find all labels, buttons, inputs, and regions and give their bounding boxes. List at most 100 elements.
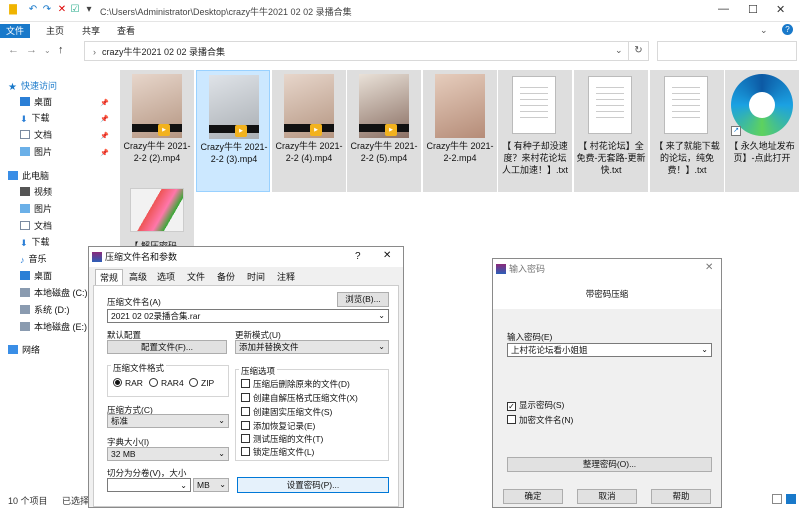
ok-button[interactable]: 确定	[503, 489, 563, 504]
tab-home[interactable]: 主页	[46, 24, 64, 38]
tab-file[interactable]: 文件	[0, 24, 31, 38]
file-item[interactable]: 【 解压密码...	[120, 176, 194, 251]
sidebar-label: 下载	[31, 113, 50, 123]
tab-files[interactable]: 文件	[183, 269, 209, 285]
document-icon	[20, 130, 30, 139]
format-rar4-radio[interactable]: RAR4	[149, 378, 184, 388]
tab-time[interactable]: 时间	[243, 269, 269, 285]
recent-dropdown-icon[interactable]: ⌄	[44, 46, 51, 55]
sidebar-item-downloads[interactable]: ⬇ 下载	[20, 110, 50, 126]
details-view-icon[interactable]	[772, 494, 782, 504]
file-item[interactable]: Crazy牛牛 2021-2-2.mp4	[423, 70, 497, 192]
sidebar-label: 下载	[31, 237, 50, 247]
drive-icon	[20, 322, 30, 331]
set-password-button[interactable]: 设置密码(P)...	[237, 477, 389, 493]
download-icon: ⬇	[20, 114, 28, 124]
format-rar-radio[interactable]: RAR	[113, 378, 143, 388]
search-input[interactable]	[657, 41, 797, 61]
up-icon[interactable]: ↑	[58, 44, 64, 56]
chevron-down-icon: ⌄	[378, 342, 385, 351]
encrypt-names-checkbox[interactable]: 加密文件名(N)	[507, 414, 573, 426]
tab-options[interactable]: 选项	[153, 269, 179, 285]
chevron-right-icon: ›	[93, 47, 96, 57]
password-input[interactable]: 上村花论坛看小姐姐 ⌄	[507, 343, 712, 357]
show-password-checkbox[interactable]: 显示密码(S)	[507, 399, 564, 411]
quick-access-dropdown-icon[interactable]: ▾	[82, 4, 96, 16]
delete-after-checkbox[interactable]: 压缩后删除原来的文件(D)	[241, 378, 350, 390]
pin-icon[interactable]: 📌	[100, 132, 109, 140]
cancel-button[interactable]: 取消	[577, 489, 637, 504]
browse-button[interactable]: 浏览(B)...	[337, 292, 389, 307]
sidebar-item-documents-2[interactable]: 文档	[20, 218, 52, 234]
tab-backup[interactable]: 备份	[213, 269, 239, 285]
file-item[interactable]: ↗ 【 永久地址发布页】-点此打开	[725, 70, 799, 192]
file-item[interactable]: ▶ Crazy牛牛 2021-2-2 (2).mp4	[120, 70, 194, 192]
refresh-icon[interactable]: ↻	[629, 41, 649, 61]
split-size-input[interactable]: ⌄	[107, 478, 191, 492]
redo-icon[interactable]: ↷	[40, 4, 54, 16]
address-bar[interactable]: › crazy牛牛2021 02 02 录播合集	[84, 41, 629, 61]
checkbox-label: 创建固实压缩文件(S)	[253, 407, 333, 417]
format-zip-radio[interactable]: ZIP	[189, 378, 214, 388]
player-badge-icon: ▶	[310, 124, 322, 136]
dialog-close-icon[interactable]: ✕	[705, 262, 713, 273]
sidebar-item-disk-d[interactable]: 系统 (D:)	[20, 302, 70, 318]
pin-icon[interactable]: 📌	[100, 115, 109, 123]
delete-icon[interactable]: ✕	[55, 4, 69, 16]
sidebar-item-quick-access[interactable]: ★ 快速访问	[8, 78, 57, 94]
tab-view[interactable]: 查看	[117, 24, 135, 38]
forward-icon[interactable]: →	[26, 44, 37, 56]
help-icon[interactable]: ?	[782, 24, 793, 35]
file-item-selected[interactable]: ▶ Crazy牛牛 2021-2-2 (3).mp4	[196, 70, 270, 192]
update-mode-select[interactable]: 添加并替换文件 ⌄	[235, 340, 389, 354]
file-label: 【 永久地址发布页】-点此打开	[729, 141, 795, 163]
help-button[interactable]: 帮助	[651, 489, 711, 504]
pin-icon[interactable]: 📌	[100, 99, 109, 107]
organize-passwords-button[interactable]: 整理密码(O)...	[507, 457, 712, 472]
sidebar-item-desktop[interactable]: 桌面	[20, 94, 52, 110]
dialog-help-button[interactable]: ?	[355, 251, 361, 262]
minimize-icon[interactable]: —	[718, 3, 729, 15]
method-select[interactable]: 标准 ⌄	[107, 414, 229, 428]
sidebar-item-disk-e[interactable]: 本地磁盘 (E:)	[20, 319, 87, 335]
password-header: 带密码压缩	[585, 289, 629, 299]
properties-icon[interactable]: ☑	[68, 4, 82, 16]
tab-comment[interactable]: 注释	[273, 269, 299, 285]
tab-share[interactable]: 共享	[82, 24, 100, 38]
lock-archive-checkbox[interactable]: 锁定压缩文件(L)	[241, 446, 314, 458]
pin-icon[interactable]: 📌	[100, 149, 109, 157]
test-files-checkbox[interactable]: 测试压缩的文件(T)	[241, 433, 323, 445]
file-item[interactable]: 【 来了就能下载的论坛，纯免费！】.txt	[650, 70, 724, 192]
sidebar-item-network[interactable]: 网络	[8, 342, 40, 358]
address-dropdown-icon[interactable]: ⌄	[615, 45, 623, 56]
sidebar-item-videos[interactable]: 视频	[20, 184, 52, 200]
dictionary-select[interactable]: 32 MB ⌄	[107, 447, 229, 461]
large-icons-view-icon[interactable]	[786, 494, 796, 504]
undo-icon[interactable]: ↶	[26, 4, 40, 16]
ribbon-expand-icon[interactable]: ⌄	[760, 25, 768, 36]
maximize-icon[interactable]: ☐	[748, 3, 758, 16]
sfx-checkbox[interactable]: 创建自解压格式压缩文件(X)	[241, 392, 358, 404]
sidebar-item-this-pc[interactable]: 此电脑	[8, 168, 49, 184]
tab-general[interactable]: 常规	[95, 269, 124, 285]
solid-checkbox[interactable]: 创建固实压缩文件(S)	[241, 406, 332, 418]
dialog-close-icon[interactable]: ✕	[383, 250, 391, 261]
file-item[interactable]: ▶ Crazy牛牛 2021-2-2 (5).mp4	[347, 70, 421, 192]
sidebar-item-pictures[interactable]: 图片	[20, 144, 52, 160]
tab-advanced[interactable]: 高级	[125, 269, 151, 285]
recovery-record-checkbox[interactable]: 添加恢复记录(E)	[241, 420, 315, 432]
back-icon[interactable]: ←	[8, 44, 19, 56]
profiles-button[interactable]: 配置文件(F)...	[107, 340, 227, 354]
close-icon[interactable]: ✕	[776, 3, 785, 16]
sidebar-item-disk-c[interactable]: 本地磁盘 (C:)	[20, 285, 88, 301]
split-unit-select[interactable]: MB ⌄	[193, 478, 229, 492]
sidebar-item-documents[interactable]: 文档	[20, 127, 52, 143]
file-item[interactable]: ▶ Crazy牛牛 2021-2-2 (4).mp4	[272, 70, 346, 192]
file-item[interactable]: 【 村花论坛】全免费-无套路-更新快.txt	[574, 70, 648, 192]
sidebar-item-music[interactable]: ♪ 音乐	[20, 251, 47, 267]
archive-name-input[interactable]: 2021 02 02录播合集.rar ⌄	[107, 309, 389, 323]
file-item[interactable]: 【 有种子却没速度？来村花论坛人工加速！】.txt	[498, 70, 572, 192]
sidebar-item-pictures-2[interactable]: 图片	[20, 201, 52, 217]
sidebar-item-desktop-2[interactable]: 桌面	[20, 268, 52, 284]
sidebar-item-downloads-2[interactable]: ⬇ 下载	[20, 234, 50, 250]
